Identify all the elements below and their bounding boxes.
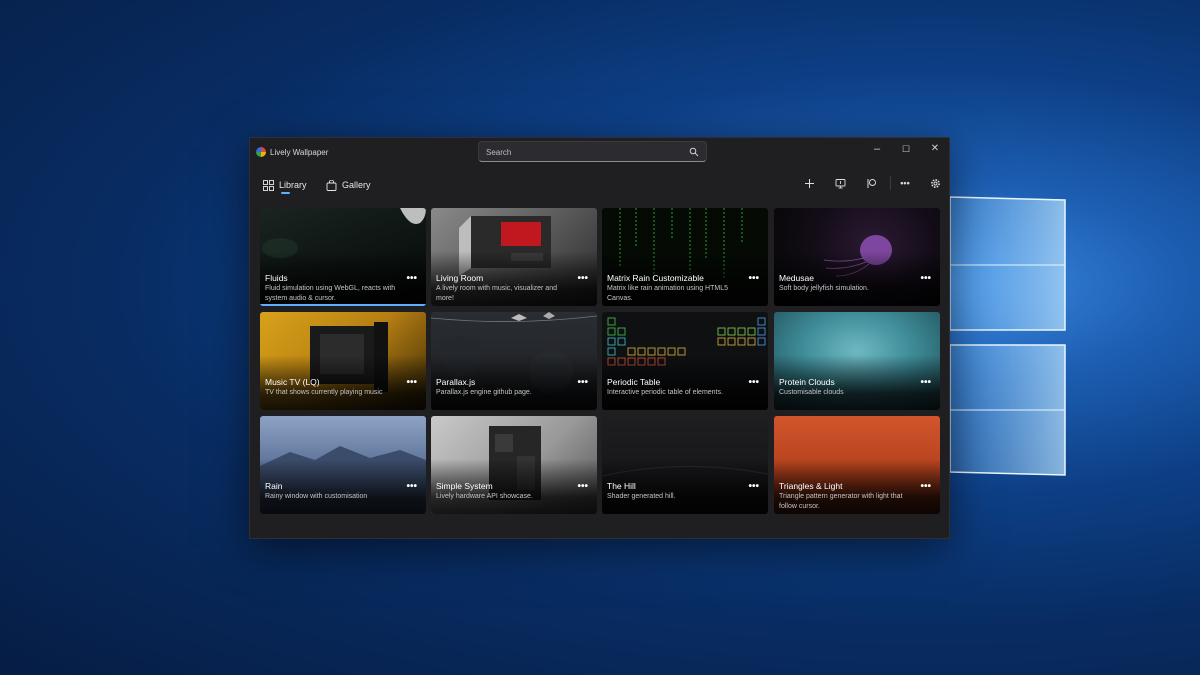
card-title: Parallax.js <box>436 377 476 387</box>
tab-gallery[interactable]: Gallery <box>326 177 371 193</box>
card-description: Lively hardware API showcase. <box>436 493 533 500</box>
monitor-icon <box>835 178 845 188</box>
card-title: The Hill <box>607 481 636 491</box>
card-description: Parallax.js engine github page. <box>436 389 532 396</box>
card-more-icon[interactable]: ••• <box>406 274 417 284</box>
card-more-icon[interactable]: ••• <box>577 274 588 284</box>
tab-library-label: Library <box>279 180 307 190</box>
card-more-icon[interactable]: ••• <box>577 378 588 388</box>
more-icon: ••• <box>900 178 910 188</box>
card-more-icon[interactable]: ••• <box>406 378 417 388</box>
wallpaper-card-simple-system[interactable]: Simple System Lively hardware API showca… <box>431 416 597 514</box>
settings-button[interactable] <box>927 175 943 191</box>
card-title: Medusae <box>779 273 814 283</box>
card-description: Fluid simulation using WebGL, reacts wit… <box>265 285 396 302</box>
wallpaper-card-medusae[interactable]: Medusae Soft body jellyfish simulation. … <box>774 208 940 306</box>
card-more-icon[interactable]: ••• <box>748 482 759 492</box>
card-title: Matrix Rain Customizable <box>607 273 704 283</box>
wallpaper-card-matrix-rain[interactable]: Matrix Rain Customizable Matrix like rai… <box>602 208 768 306</box>
tab-library[interactable]: Library <box>263 177 307 193</box>
wallpaper-card-triangles-light[interactable]: Triangles & Light Triangle pattern gener… <box>774 416 940 514</box>
card-more-icon[interactable]: ••• <box>920 482 931 492</box>
search-input[interactable]: Search <box>478 141 707 162</box>
card-title: Music TV (LQ) <box>265 377 320 387</box>
maximize-button[interactable]: ☐ <box>891 141 921 157</box>
card-description: Rainy window with customisation <box>265 493 368 500</box>
card-title: Protein Clouds <box>779 377 835 387</box>
active-tab-indicator <box>281 192 290 194</box>
wallpaper-card-living-room[interactable]: Living Room A lively room with music, vi… <box>431 208 597 306</box>
card-title: Triangles & Light <box>779 481 843 491</box>
card-title: Rain <box>265 481 283 491</box>
add-wallpaper-button[interactable] <box>801 175 817 191</box>
plus-icon <box>804 178 814 188</box>
card-description: Shader generated hill. <box>607 493 676 500</box>
wallpaper-card-the-hill[interactable]: The Hill Shader generated hill. ••• <box>602 416 768 514</box>
settings-icon <box>930 178 940 188</box>
card-title: Fluids <box>265 273 288 283</box>
search-placeholder: Search <box>486 148 512 157</box>
card-more-icon[interactable]: ••• <box>920 378 931 388</box>
card-description: A lively room with music, visualizer and… <box>436 285 557 302</box>
lively-wallpaper-window: Lively Wallpaper Search – ☐ ✕ Library Ga… <box>249 137 950 539</box>
more-options-button[interactable]: ••• <box>897 175 913 191</box>
wallpaper-card-parallax[interactable]: Parallax.js Parallax.js engine github pa… <box>431 312 597 410</box>
title-bar[interactable]: Lively Wallpaper Search – ☐ ✕ <box>250 138 949 166</box>
wallpaper-card-fluids[interactable]: Fluids Fluid simulation using WebGL, rea… <box>260 208 426 306</box>
card-more-icon[interactable]: ••• <box>920 274 931 284</box>
card-title: Living Room <box>436 273 484 283</box>
wallpaper-card-periodic-table[interactable]: Periodic Table Interactive periodic tabl… <box>602 312 768 410</box>
card-description: Interactive periodic table of elements. <box>607 389 723 396</box>
tab-gallery-label: Gallery <box>342 180 371 190</box>
card-title: Periodic Table <box>607 377 661 387</box>
search-icon[interactable] <box>689 147 699 157</box>
card-more-icon[interactable]: ••• <box>748 378 759 388</box>
card-overlay <box>260 459 426 514</box>
card-description: Triangle pattern generator with light th… <box>779 493 903 510</box>
grid-icon <box>263 179 274 191</box>
card-description: Customisable clouds <box>779 389 844 396</box>
customize-icon <box>867 178 876 188</box>
card-description: Matrix like rain animation using HTML5 C… <box>607 285 728 302</box>
app-logo-icon <box>256 147 266 157</box>
close-button[interactable]: ✕ <box>920 141 950 157</box>
toolbar-divider <box>890 176 891 190</box>
card-more-icon[interactable]: ••• <box>577 482 588 492</box>
app-title: Lively Wallpaper <box>270 148 329 157</box>
card-description: Soft body jellyfish simulation. <box>779 285 869 292</box>
card-description: TV that shows currently playing music <box>265 389 383 396</box>
wallpaper-card-rain[interactable]: Rain Rainy window with customisation ••• <box>260 416 426 514</box>
desktop-windows-logo <box>940 185 1070 485</box>
card-title: Simple System <box>436 481 493 491</box>
card-more-icon[interactable]: ••• <box>406 482 417 492</box>
minimize-button[interactable]: – <box>862 141 892 157</box>
wallpaper-card-music-tv[interactable]: Music TV (LQ) TV that shows currently pl… <box>260 312 426 410</box>
selected-indicator <box>260 304 426 306</box>
display-button[interactable] <box>832 175 848 191</box>
card-more-icon[interactable]: ••• <box>748 274 759 284</box>
wallpaper-card-protein-clouds[interactable]: Protein Clouds Customisable clouds ••• <box>774 312 940 410</box>
customize-button[interactable] <box>863 175 879 191</box>
shopping-bag-icon <box>326 179 337 191</box>
